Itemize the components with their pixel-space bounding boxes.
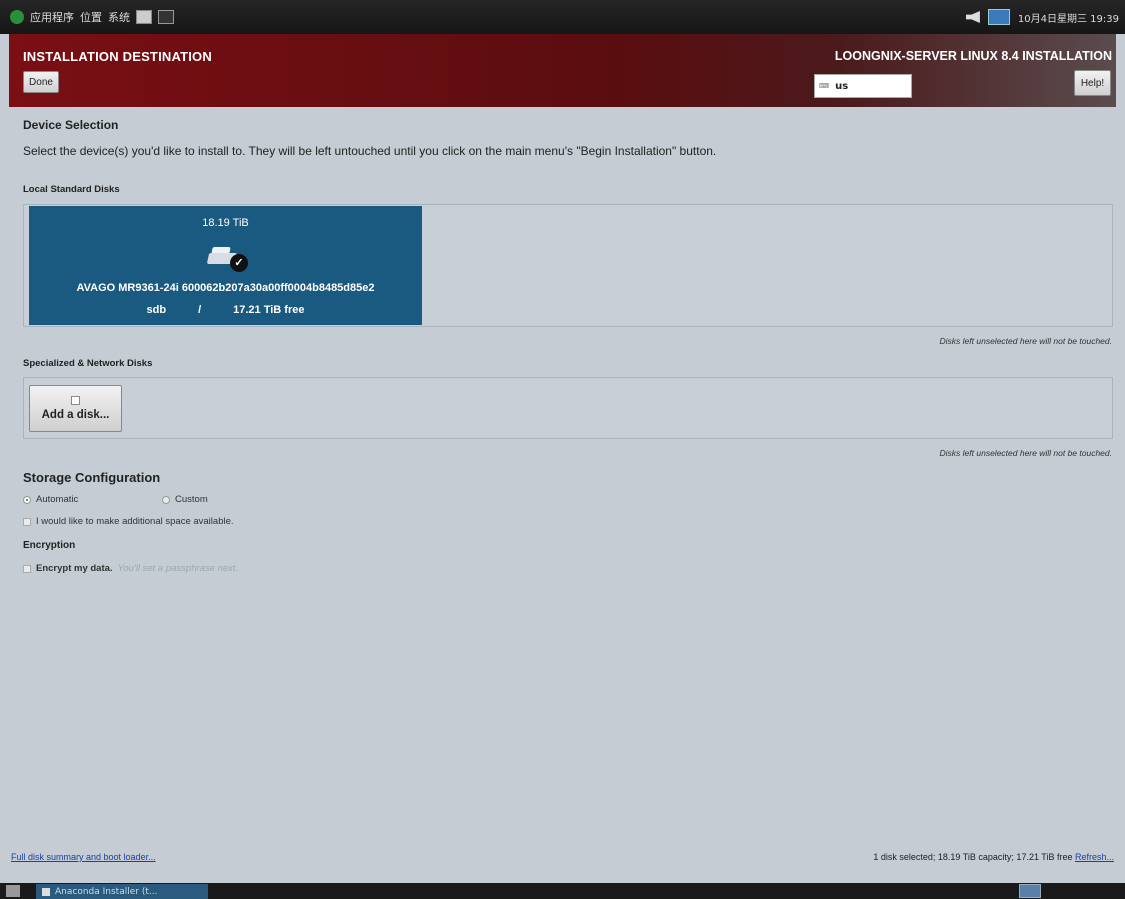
taskbar-task-label: Anaconda Installer (t... (55, 886, 158, 897)
network-disks-label: Specialized & Network Disks (23, 358, 153, 369)
radio-checked-icon (23, 495, 31, 504)
panel-tray: 10月4日星期三 19:39 (965, 0, 1119, 34)
window-icon (42, 887, 50, 896)
disk-tile-sdb[interactable]: 18.19 TiB ✓ AVAGO MR9361-24i 600062b207a… (29, 206, 422, 325)
network-disks-note: Disks left unselected here will not be t… (939, 448, 1112, 458)
disk-meta: sdb / 17.21 TiB free (29, 304, 422, 316)
encrypt-hint: You'll set a passphrase next. (117, 563, 239, 574)
terminal-launcher-icon[interactable] (158, 10, 174, 24)
encryption-title: Encryption (23, 540, 76, 551)
disk-mount: / (198, 304, 202, 316)
selection-status: 1 disk selected; 18.19 TiB capacity; 17.… (873, 852, 1114, 862)
network-disks-container: Add a disk... (23, 377, 1113, 439)
checkbox-icon (23, 564, 31, 573)
network-icon[interactable] (987, 9, 1010, 25)
panel-menus: 应用程序 位置 系统 (0, 9, 174, 25)
disk-device: sdb (146, 304, 167, 316)
radio-unchecked-icon (162, 495, 170, 504)
clock[interactable]: 10月4日星期三 19:39 (1018, 10, 1119, 25)
menu-applications[interactable]: 应用程序 (30, 9, 74, 25)
page-title: INSTALLATION DESTINATION (23, 49, 212, 64)
spoke-header: INSTALLATION DESTINATION Done LOONGNIX-S… (9, 34, 1116, 107)
automatic-radio[interactable]: Automatic (23, 494, 78, 505)
show-desktop-icon[interactable] (6, 885, 20, 897)
main-content: Device Selection Select the device(s) yo… (9, 107, 1116, 883)
volume-icon[interactable] (965, 11, 980, 23)
disk-free: 17.21 TiB free (233, 304, 305, 316)
disk-size: 18.19 TiB (202, 217, 249, 229)
selected-check-icon: ✓ (230, 254, 248, 272)
add-disk-icon (71, 396, 80, 405)
selection-summary-text: 1 disk selected; 18.19 TiB capacity; 17.… (873, 852, 1075, 862)
custom-radio[interactable]: Custom (162, 494, 208, 505)
bottom-taskbar: Anaconda Installer (t... (0, 883, 1125, 899)
hard-disk-icon: ✓ (206, 244, 248, 272)
file-manager-launcher-icon[interactable] (136, 10, 152, 24)
custom-label: Custom (175, 494, 208, 505)
help-button[interactable]: Help! (1074, 70, 1111, 96)
storage-configuration-title: Storage Configuration (23, 470, 161, 485)
keyboard-layout-indicator[interactable]: ⌨ us (814, 74, 912, 98)
add-disk-button[interactable]: Add a disk... (29, 385, 122, 432)
encrypt-checkbox[interactable]: Encrypt my data. You'll set a passphrase… (23, 563, 238, 574)
full-disk-summary-link[interactable]: Full disk summary and boot loader... (11, 852, 156, 862)
local-disks-container: 18.19 TiB ✓ AVAGO MR9361-24i 600062b207a… (23, 204, 1113, 327)
disk-model-name: AVAGO MR9361-24i 600062b207a30a00ff0004b… (76, 282, 375, 294)
top-panel: 应用程序 位置 系统 10月4日星期三 19:39 (0, 0, 1125, 34)
distro-logo-icon[interactable] (10, 10, 24, 24)
device-selection-title: Device Selection (23, 118, 119, 132)
keyboard-layout-value: us (835, 80, 849, 92)
done-button[interactable]: Done (23, 71, 59, 93)
refresh-link[interactable]: Refresh... (1075, 852, 1114, 862)
add-disk-label: Add a disk... (41, 409, 110, 421)
additional-space-checkbox[interactable]: I would like to make additional space av… (23, 516, 234, 527)
checkbox-icon (23, 517, 31, 526)
local-disks-label: Local Standard Disks (23, 184, 120, 195)
device-selection-description: Select the device(s) you'd like to insta… (23, 144, 717, 158)
encrypt-label: Encrypt my data. (36, 563, 113, 574)
automatic-label: Automatic (36, 494, 79, 505)
menu-system[interactable]: 系统 (108, 9, 130, 25)
taskbar-anaconda-task[interactable]: Anaconda Installer (t... (36, 884, 208, 899)
workspace-switcher-icon[interactable] (1019, 884, 1041, 898)
keyboard-icon: ⌨ (819, 82, 830, 90)
menu-places[interactable]: 位置 (80, 9, 102, 25)
product-title: LOONGNIX-SERVER LINUX 8.4 INSTALLATION (834, 49, 1112, 63)
local-disks-note: Disks left unselected here will not be t… (939, 336, 1112, 346)
additional-space-label: I would like to make additional space av… (36, 516, 234, 527)
